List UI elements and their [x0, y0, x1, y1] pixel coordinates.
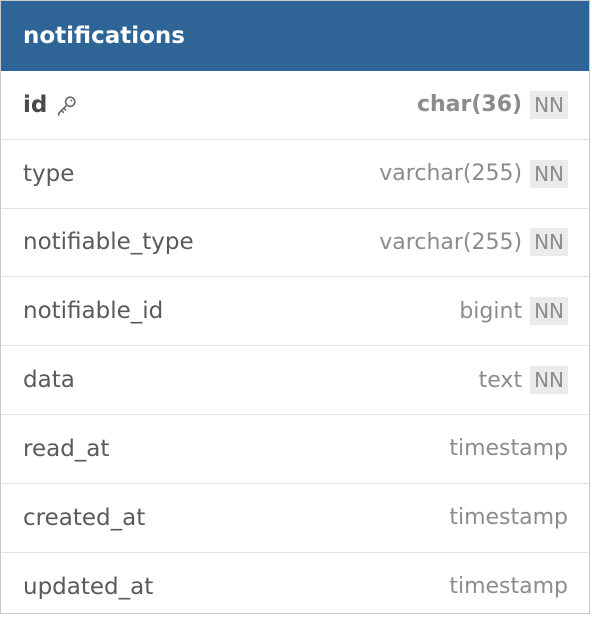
table-title: notifications: [23, 23, 185, 49]
column-name-cell: id: [23, 92, 78, 118]
not-null-badge: NN: [530, 228, 568, 257]
column-row-updated-at[interactable]: updated_at timestamp: [1, 553, 589, 621]
column-type: timestamp: [449, 505, 568, 531]
column-type-cell: varchar(255) NN: [379, 228, 568, 257]
column-name: read_at: [23, 435, 110, 462]
column-type: timestamp: [449, 436, 568, 462]
table-header[interactable]: notifications: [1, 1, 589, 71]
column-row-notifiable-type[interactable]: notifiable_type varchar(255) NN: [1, 209, 589, 278]
column-name: created_at: [23, 504, 146, 531]
column-type-cell: bigint NN: [459, 297, 568, 326]
column-type: char(36): [416, 92, 523, 118]
column-row-notifiable-id[interactable]: notifiable_id bigint NN: [1, 277, 589, 347]
not-null-badge: NN: [530, 366, 568, 395]
column-row-read-at[interactable]: read_at timestamp: [1, 415, 589, 484]
column-type: bigint: [459, 298, 523, 324]
column-row-data[interactable]: data text NN: [1, 346, 589, 415]
not-null-badge: NN: [530, 159, 568, 188]
column-type-cell: timestamp: [449, 574, 568, 599]
column-type: varchar(255): [379, 161, 523, 187]
column-name: notifiable_id: [23, 298, 164, 325]
not-null-badge: NN: [530, 297, 568, 326]
column-name: type: [23, 160, 75, 187]
column-row-created-at[interactable]: created_at timestamp: [1, 484, 589, 553]
notifications-table[interactable]: notifications id char(36) NN type varcha…: [0, 0, 590, 614]
not-null-badge: NN: [530, 90, 568, 119]
column-name: data: [23, 367, 75, 394]
column-name: id: [23, 91, 48, 118]
column-type: timestamp: [449, 574, 568, 600]
column-name: notifiable_type: [23, 229, 194, 256]
column-name: updated_at: [23, 573, 154, 600]
column-type-cell: timestamp: [449, 505, 568, 530]
key-icon: [56, 94, 78, 116]
column-type: text: [478, 367, 523, 393]
column-type-cell: char(36) NN: [416, 90, 568, 119]
column-type-cell: varchar(255) NN: [379, 159, 568, 188]
column-row-id[interactable]: id char(36) NN: [1, 71, 589, 140]
column-row-type[interactable]: type varchar(255) NN: [1, 140, 589, 209]
column-type-cell: timestamp: [449, 436, 568, 461]
column-type-cell: text NN: [478, 366, 568, 395]
column-type: varchar(255): [379, 229, 523, 255]
